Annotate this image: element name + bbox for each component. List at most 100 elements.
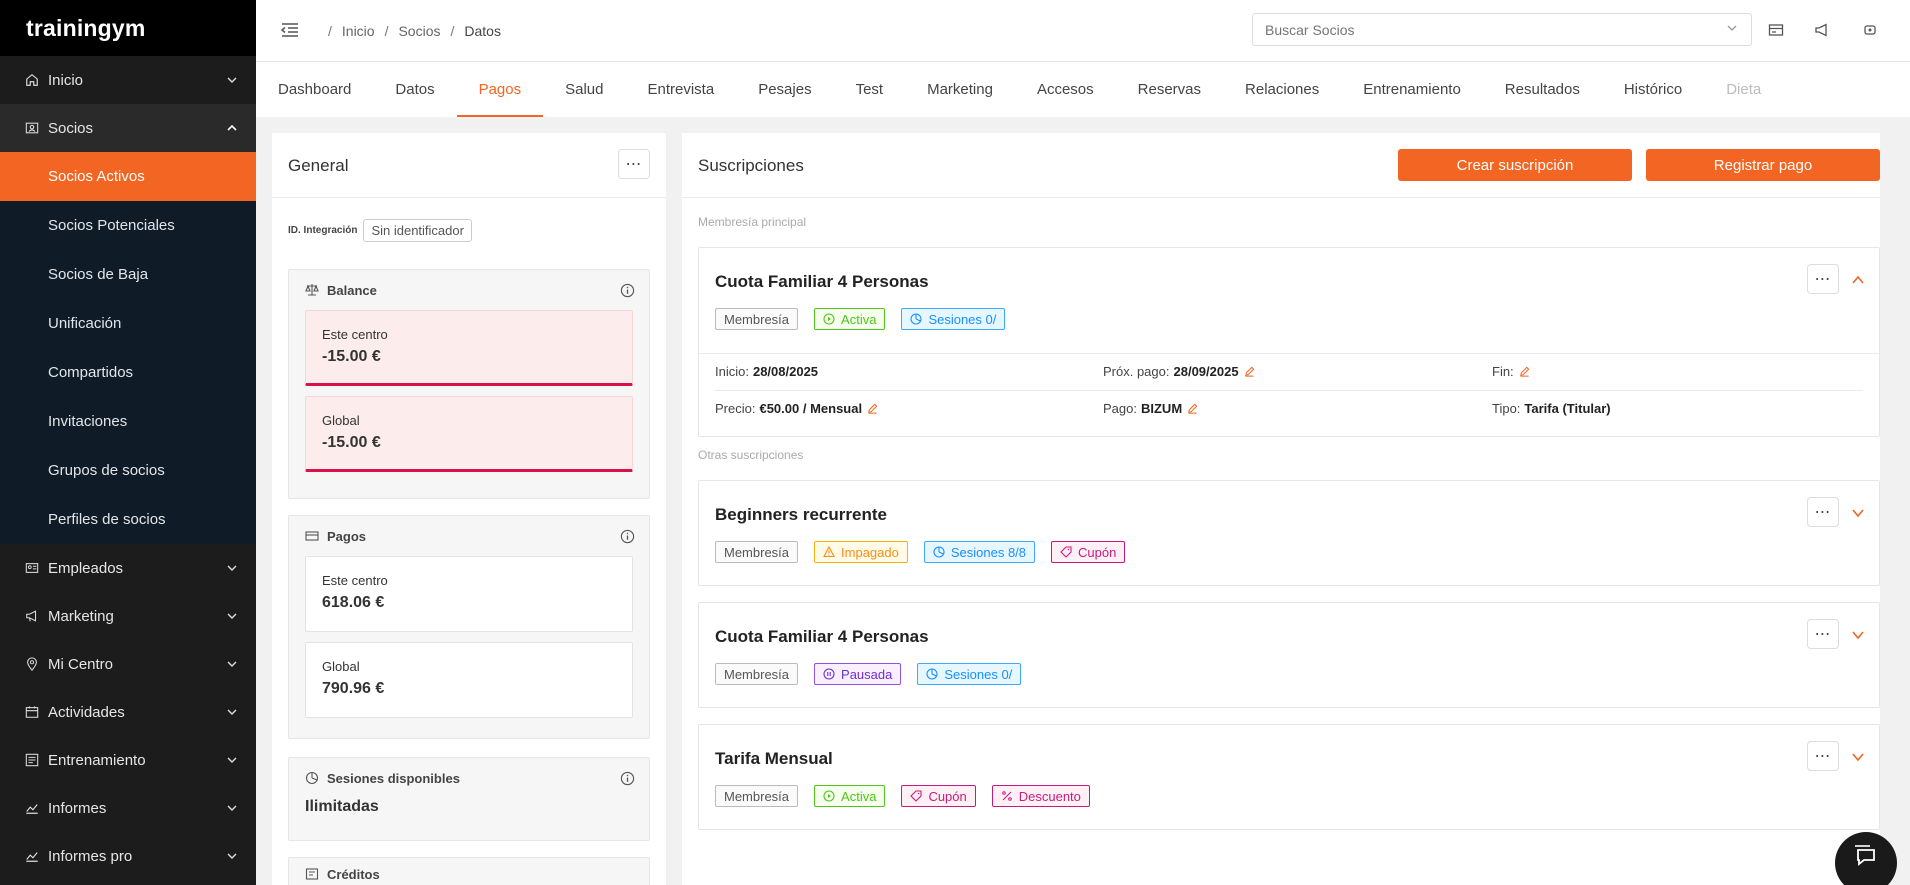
edit-pencil-icon[interactable] [1519, 366, 1530, 377]
tab-reservas[interactable]: Reservas [1116, 62, 1223, 117]
tab-dashboard[interactable]: Dashboard [278, 62, 373, 117]
menu-collapse-icon[interactable] [280, 20, 300, 40]
sidebar-subitem-socios-activos[interactable]: Socios Activos [0, 152, 256, 201]
chart-line-icon [24, 800, 40, 816]
tab-resultados[interactable]: Resultados [1483, 62, 1602, 117]
balance-este-centro: Este centro -15.00 € [305, 310, 633, 386]
sidebar-item-inicio[interactable]: Inicio [0, 56, 256, 104]
chevron-up-icon[interactable] [1851, 273, 1865, 287]
register-payment-button[interactable]: Registrar pago [1646, 149, 1880, 181]
sidebar-subitem-compartidos[interactable]: Compartidos [0, 348, 256, 397]
credits-icon [305, 868, 319, 880]
chevron-down-icon[interactable] [1851, 628, 1865, 642]
chevron-down-icon[interactable] [1851, 506, 1865, 520]
search-members-input[interactable] [1252, 13, 1752, 46]
sidebar-item-socios[interactable]: Socios [0, 104, 256, 152]
breadcrumb: / Inicio / Socios / Datos [328, 23, 501, 39]
tab-dieta: Dieta [1726, 81, 1762, 98]
sidebar-subitem-invitaciones[interactable]: Invitaciones [0, 397, 256, 446]
sidebar-item-label: Inicio [48, 71, 84, 89]
chevron-down-icon[interactable] [1726, 22, 1738, 34]
integration-id-label: ID. Integración [288, 225, 358, 236]
subscription-name: Tarifa Mensual [715, 749, 833, 768]
megaphone-icon [24, 608, 40, 624]
sidebar-subitem-unificacion[interactable]: Unificación [0, 299, 256, 348]
chevron-down-icon[interactable] [1851, 750, 1865, 764]
user-avatar-icon[interactable] [1862, 22, 1878, 38]
sidebar-subitem-perfiles[interactable]: Perfiles de socios [0, 495, 256, 544]
chevron-up-icon [227, 124, 237, 131]
badge-sesiones: Sesiones 0/ [917, 663, 1022, 685]
tab-pagos[interactable]: Pagos [456, 62, 544, 117]
creditos-box: Créditos [288, 857, 650, 885]
badge-membresia: Membresía [715, 785, 799, 807]
edit-pencil-icon[interactable] [1187, 403, 1198, 414]
balance-title: Balance [327, 282, 377, 298]
sesiones-box: Sesiones disponibles Ilimitadas [288, 757, 650, 841]
breadcrumb-datos: Datos [464, 23, 501, 39]
tab-pesajes[interactable]: Pesajes [736, 62, 833, 117]
sidebar-item-entrenamiento[interactable]: Entrenamiento [0, 736, 256, 784]
info-icon[interactable] [620, 529, 635, 544]
location-icon [24, 656, 40, 672]
sidebar-item-actividades[interactable]: Actividades [0, 688, 256, 736]
edit-pencil-icon[interactable] [867, 403, 878, 414]
info-icon[interactable] [620, 283, 635, 298]
sidebar-subitem-grupos[interactable]: Grupos de socios [0, 446, 256, 495]
general-panel: General ⋯ ID. Integración Sin identifica… [272, 133, 666, 885]
sidebar-item-informes-pro[interactable]: Informes pro [0, 832, 256, 880]
sidebar-item-empleados[interactable]: Empleados [0, 544, 256, 592]
sidebar-item-label: Actividades [48, 703, 125, 721]
badge-activa: Activa [814, 308, 886, 330]
tab-datos[interactable]: Datos [373, 62, 456, 117]
subscription-more-button[interactable]: ⋯ [1807, 619, 1839, 649]
create-subscription-button[interactable]: Crear suscripción [1398, 149, 1632, 181]
chevron-down-icon [227, 613, 237, 619]
play-circle-icon [823, 313, 835, 325]
tab-salud[interactable]: Salud [543, 62, 625, 117]
scale-icon [305, 284, 319, 296]
chevron-down-icon [227, 77, 237, 83]
sidebar-item-informes[interactable]: Informes [0, 784, 256, 832]
chart-line-icon [24, 848, 40, 864]
percent-icon [1001, 791, 1012, 801]
sidebar-item-label: Socios [48, 119, 94, 137]
badge-impagado: Impagado [814, 541, 908, 563]
subscription-more-button[interactable]: ⋯ [1807, 741, 1839, 771]
subscriptions-title: Suscripciones [698, 156, 804, 175]
breadcrumb-socios[interactable]: Socios [398, 23, 440, 39]
chat-icon [1855, 845, 1875, 866]
card-reader-icon[interactable] [1768, 22, 1784, 38]
pie-chart-icon [305, 771, 319, 785]
sidebar-subitem-socios-potenciales[interactable]: Socios Potenciales [0, 201, 256, 250]
subscription-more-button[interactable]: ⋯ [1807, 264, 1839, 294]
sidebar-subitem-socios-baja[interactable]: Socios de Baja [0, 250, 256, 299]
subscription-more-button[interactable]: ⋯ [1807, 497, 1839, 527]
edit-pencil-icon[interactable] [1244, 366, 1255, 377]
megaphone-icon[interactable] [1814, 22, 1830, 38]
general-more-button[interactable]: ⋯ [618, 149, 650, 179]
tab-historico[interactable]: Histórico [1602, 62, 1704, 117]
pie-chart-icon [933, 546, 945, 558]
sidebar-item-marketing[interactable]: Marketing [0, 592, 256, 640]
tab-entrenamiento[interactable]: Entrenamiento [1341, 62, 1483, 117]
detail-pago: Pago: BIZUM [1103, 401, 1198, 416]
sidebar-item-label: Informes pro [48, 847, 133, 865]
top-bar: / Inicio / Socios / Datos [256, 0, 1910, 62]
sidebar-item-label: Mi Centro [48, 655, 114, 673]
play-circle-icon [823, 790, 835, 802]
tab-entrevista[interactable]: Entrevista [626, 62, 737, 117]
tab-marketing[interactable]: Marketing [905, 62, 1015, 117]
tab-accesos[interactable]: Accesos [1015, 62, 1116, 117]
sidebar-item-mi-centro[interactable]: Mi Centro [0, 640, 256, 688]
chat-button[interactable] [1835, 832, 1897, 885]
breadcrumb-inicio[interactable]: Inicio [342, 23, 375, 39]
app-logo[interactable]: trainingym [0, 0, 256, 56]
sesiones-value: Ilimitadas [305, 798, 379, 815]
subscription-card-cuota-familiar: Cuota Familiar 4 Personas ⋯ Membresía Pa… [698, 602, 1880, 708]
employees-icon [24, 560, 40, 576]
tab-relaciones[interactable]: Relaciones [1223, 62, 1341, 117]
tab-test[interactable]: Test [834, 62, 906, 117]
info-icon[interactable] [620, 771, 635, 786]
tag-icon [1060, 546, 1072, 558]
